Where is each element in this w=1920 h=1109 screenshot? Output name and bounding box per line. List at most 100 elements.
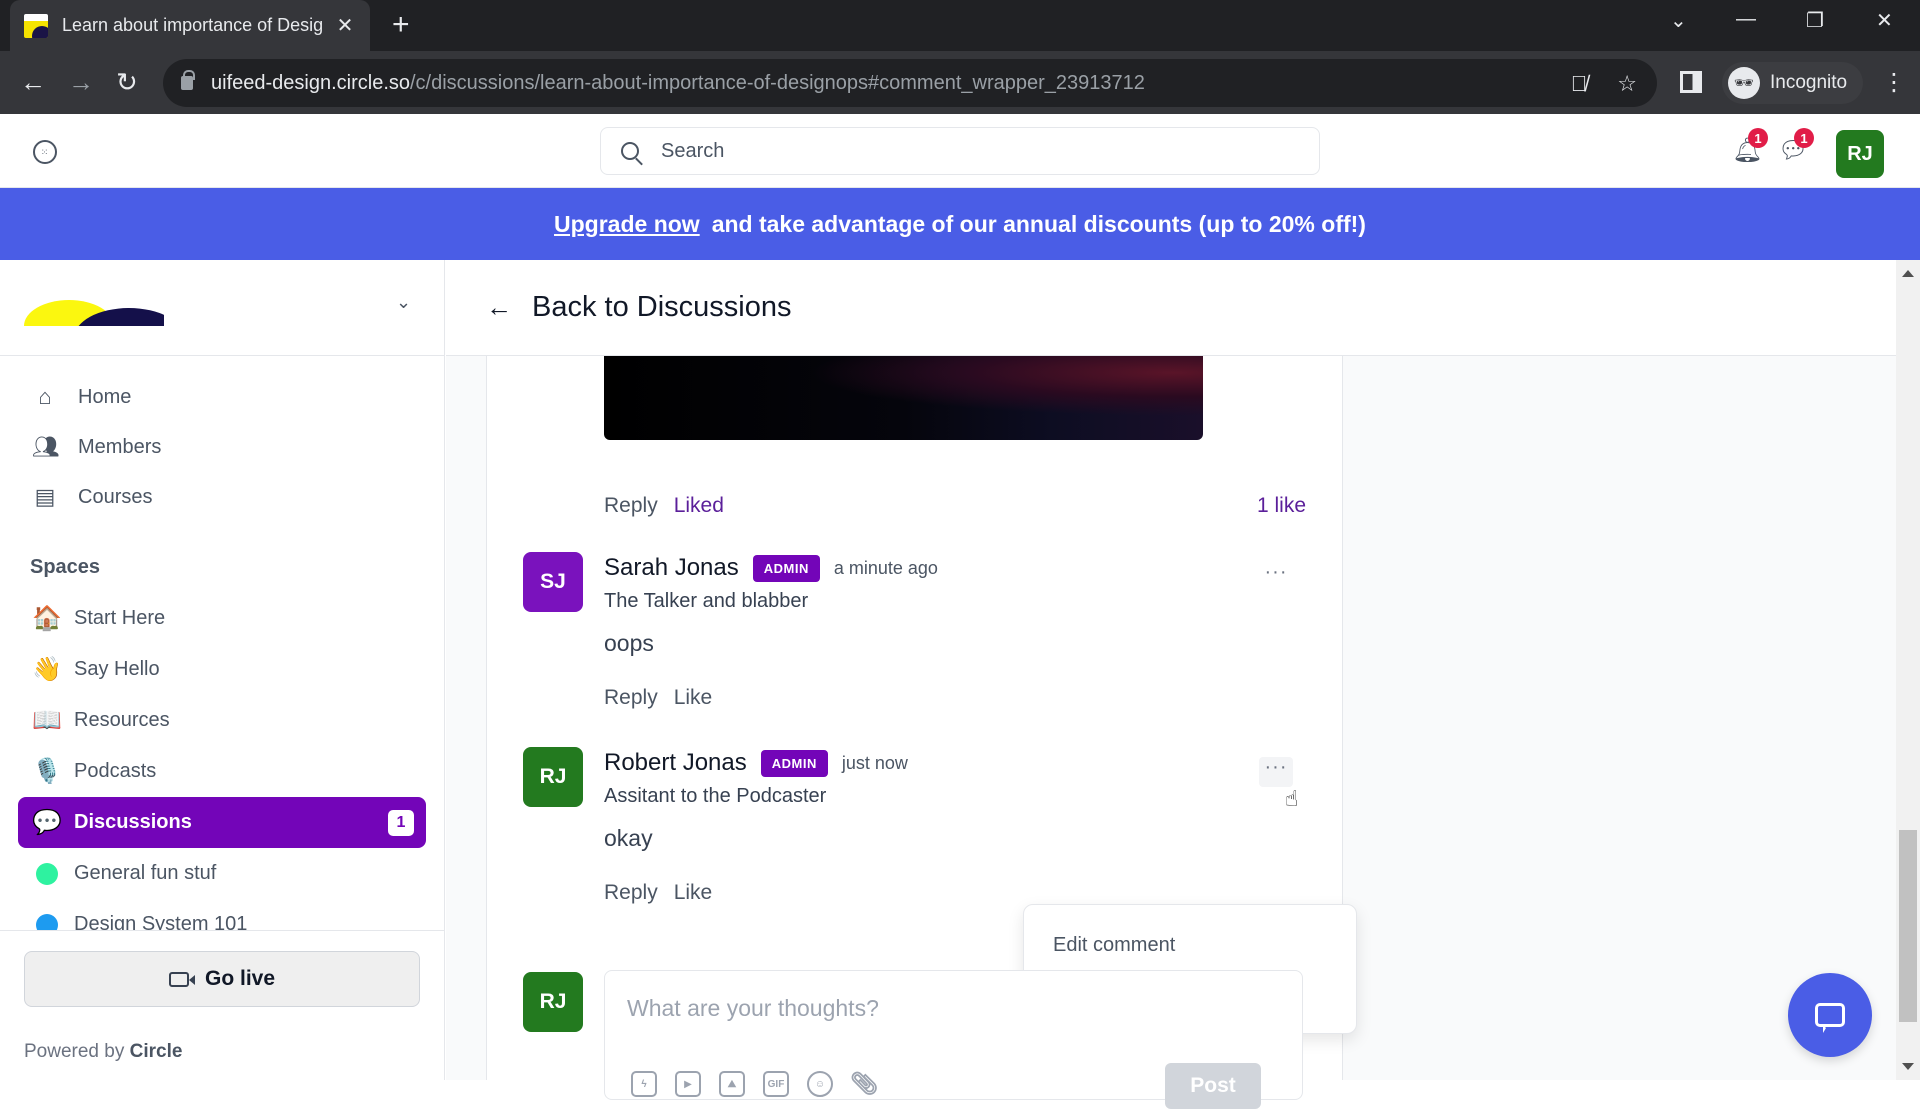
- comment-timestamp[interactable]: just now: [842, 753, 908, 774]
- commenter-avatar[interactable]: SJ: [523, 552, 583, 612]
- hand-cursor-icon: ☝: [1285, 786, 1299, 811]
- reply-button[interactable]: Reply: [604, 881, 658, 905]
- space-item-discussions[interactable]: 💬 Discussions 1: [18, 797, 426, 848]
- tab-title: Learn about importance of Desig: [62, 15, 324, 35]
- space-item-resources[interactable]: 📖 Resources: [18, 695, 426, 746]
- scroll-up-arrow-icon[interactable]: [1902, 270, 1914, 277]
- comment-timestamp[interactable]: a minute ago: [834, 558, 938, 579]
- reload-button[interactable]: ↻: [116, 65, 138, 99]
- comment-more-options-icon[interactable]: ···: [1259, 562, 1293, 592]
- incognito-icon: 🕶: [1728, 67, 1760, 99]
- search-input[interactable]: [661, 139, 1261, 163]
- new-tab-button[interactable]: +: [392, 10, 410, 40]
- arrow-left-icon: ←: [486, 292, 512, 322]
- notifications-button[interactable]: 🔔︎ 1: [1732, 128, 1768, 166]
- reply-button[interactable]: Reply: [604, 494, 658, 518]
- microphone-icon: 🎙️: [32, 758, 62, 785]
- scrollbar-thumb[interactable]: [1899, 830, 1917, 1022]
- commenter-headline: Assitant to the Podcaster: [604, 785, 827, 807]
- community-brand[interactable]: ⌄: [0, 260, 444, 356]
- comment-actions: Reply Like: [604, 686, 712, 710]
- tab-close-icon[interactable]: ✕: [334, 13, 356, 38]
- gif-icon[interactable]: GIF: [763, 1071, 789, 1097]
- space-item-podcasts[interactable]: 🎙️ Podcasts: [18, 746, 426, 797]
- incognito-profile-button[interactable]: 🕶 Incognito: [1722, 62, 1864, 104]
- space-label: General fun stuf: [74, 862, 217, 884]
- browser-tab[interactable]: Learn about importance of Desig ✕: [10, 0, 370, 51]
- minimize-button[interactable]: —: [1736, 8, 1756, 31]
- browser-tab-bar: Learn about importance of Desig ✕ + ⌄ — …: [0, 0, 1920, 51]
- powered-by-text: Powered by: [24, 1041, 125, 1062]
- sidebar-footer: Go live Powered by Circle: [0, 930, 444, 1080]
- space-color-dot-icon: [36, 862, 58, 885]
- restore-button[interactable]: ❐: [1806, 8, 1824, 33]
- post-button[interactable]: Post: [1165, 1063, 1261, 1109]
- space-item-say-hello[interactable]: 👋 Say Hello: [18, 644, 426, 695]
- waving-hand-icon: 👋: [32, 656, 62, 683]
- chat-launcher-button[interactable]: [1788, 973, 1872, 1057]
- composer-avatar: RJ: [523, 972, 583, 1032]
- scroll-down-arrow-icon[interactable]: [1902, 1063, 1914, 1070]
- comment-body: oops: [604, 630, 654, 656]
- members-icon: 👥︎: [32, 434, 60, 459]
- comment-body: okay: [604, 825, 653, 851]
- space-label: Say Hello: [74, 658, 160, 680]
- page-scrollbar[interactable]: [1896, 260, 1920, 1080]
- attachment-icon[interactable]: 📎︎: [850, 1071, 878, 1097]
- address-bar[interactable]: uifeed-design.circle.so /c/discussions/l…: [163, 59, 1657, 107]
- upgrade-now-link[interactable]: Upgrade now: [554, 211, 700, 238]
- search-icon: [621, 142, 639, 160]
- main-content: ← Back to Discussions Reply Liked 1 like…: [446, 260, 1896, 1109]
- space-item-general-fun-stuf[interactable]: General fun stuf: [18, 848, 426, 899]
- back-to-discussions-link[interactable]: ← Back to Discussions: [446, 260, 1896, 356]
- back-nav-button[interactable]: ←: [20, 65, 46, 99]
- go-live-label: Go live: [204, 967, 276, 990]
- browser-toolbar: ← → ↻ uifeed-design.circle.so /c/discuss…: [0, 51, 1920, 114]
- video-icon[interactable]: ▶: [675, 1071, 701, 1097]
- browser-menu-icon[interactable]: ⋮: [1882, 69, 1906, 97]
- comment-media-image[interactable]: [604, 356, 1203, 440]
- liked-button[interactable]: Liked: [674, 494, 724, 518]
- go-live-button[interactable]: Go live: [24, 951, 420, 1007]
- tab-search-icon[interactable]: ⌄: [1670, 8, 1687, 33]
- site-favicon-icon: [24, 13, 48, 38]
- window-close-button[interactable]: ✕: [1876, 8, 1893, 33]
- comment-input[interactable]: [627, 995, 1227, 1035]
- space-label: Discussions: [74, 811, 192, 833]
- like-button[interactable]: Like: [674, 686, 713, 710]
- nav-label: Courses: [78, 485, 153, 508]
- reply-button[interactable]: Reply: [604, 686, 658, 710]
- nav-item-courses[interactable]: ▤ Courses: [0, 472, 444, 522]
- messages-button[interactable]: 💬︎ 1: [1778, 128, 1814, 166]
- nav-item-home[interactable]: ⌂ Home: [0, 372, 444, 422]
- courses-icon: ▤: [34, 484, 56, 509]
- bookmark-star-icon[interactable]: ☆: [1617, 71, 1637, 97]
- space-label: Resources: [74, 709, 170, 731]
- space-label: Start Here: [74, 607, 166, 629]
- image-icon[interactable]: ⛰: [719, 1071, 745, 1097]
- video-camera-icon: [168, 971, 195, 987]
- search-box[interactable]: [600, 127, 1320, 175]
- emoji-icon[interactable]: ☺: [807, 1071, 833, 1097]
- commenter-name[interactable]: Robert Jonas: [604, 749, 747, 777]
- space-item-start-here[interactable]: 🏠 Start Here: [18, 593, 426, 644]
- user-avatar[interactable]: RJ: [1836, 130, 1884, 178]
- speech-bubble-icon: 💬: [32, 809, 62, 836]
- like-button[interactable]: Like: [674, 881, 713, 905]
- edit-comment-menu-item[interactable]: Edit comment: [1024, 919, 1356, 971]
- nav-item-members[interactable]: 👥︎ Members: [0, 422, 444, 472]
- lightning-icon[interactable]: ϟ: [631, 1071, 657, 1097]
- url-path: /c/discussions/learn-about-importance-of…: [410, 71, 1145, 94]
- community-switcher-icon[interactable]: ⁙: [33, 140, 57, 164]
- comment-more-options-icon[interactable]: ···: [1259, 757, 1293, 787]
- tracking-protection-eye-off-icon[interactable]: 👁̸: [1571, 71, 1588, 97]
- side-panel-icon[interactable]: [1680, 71, 1702, 93]
- likes-count[interactable]: 1 like: [1257, 494, 1306, 518]
- main-nav: ⌂ Home 👥︎ Members ▤ Courses: [0, 356, 444, 522]
- home-icon: ⌂: [38, 384, 52, 409]
- chevron-down-icon[interactable]: ⌄: [396, 292, 411, 313]
- forward-nav-button[interactable]: →: [68, 65, 94, 99]
- commenter-name[interactable]: Sarah Jonas: [604, 554, 739, 582]
- powered-by-circle[interactable]: Powered by Circle: [24, 1041, 182, 1063]
- commenter-avatar[interactable]: RJ: [523, 747, 583, 807]
